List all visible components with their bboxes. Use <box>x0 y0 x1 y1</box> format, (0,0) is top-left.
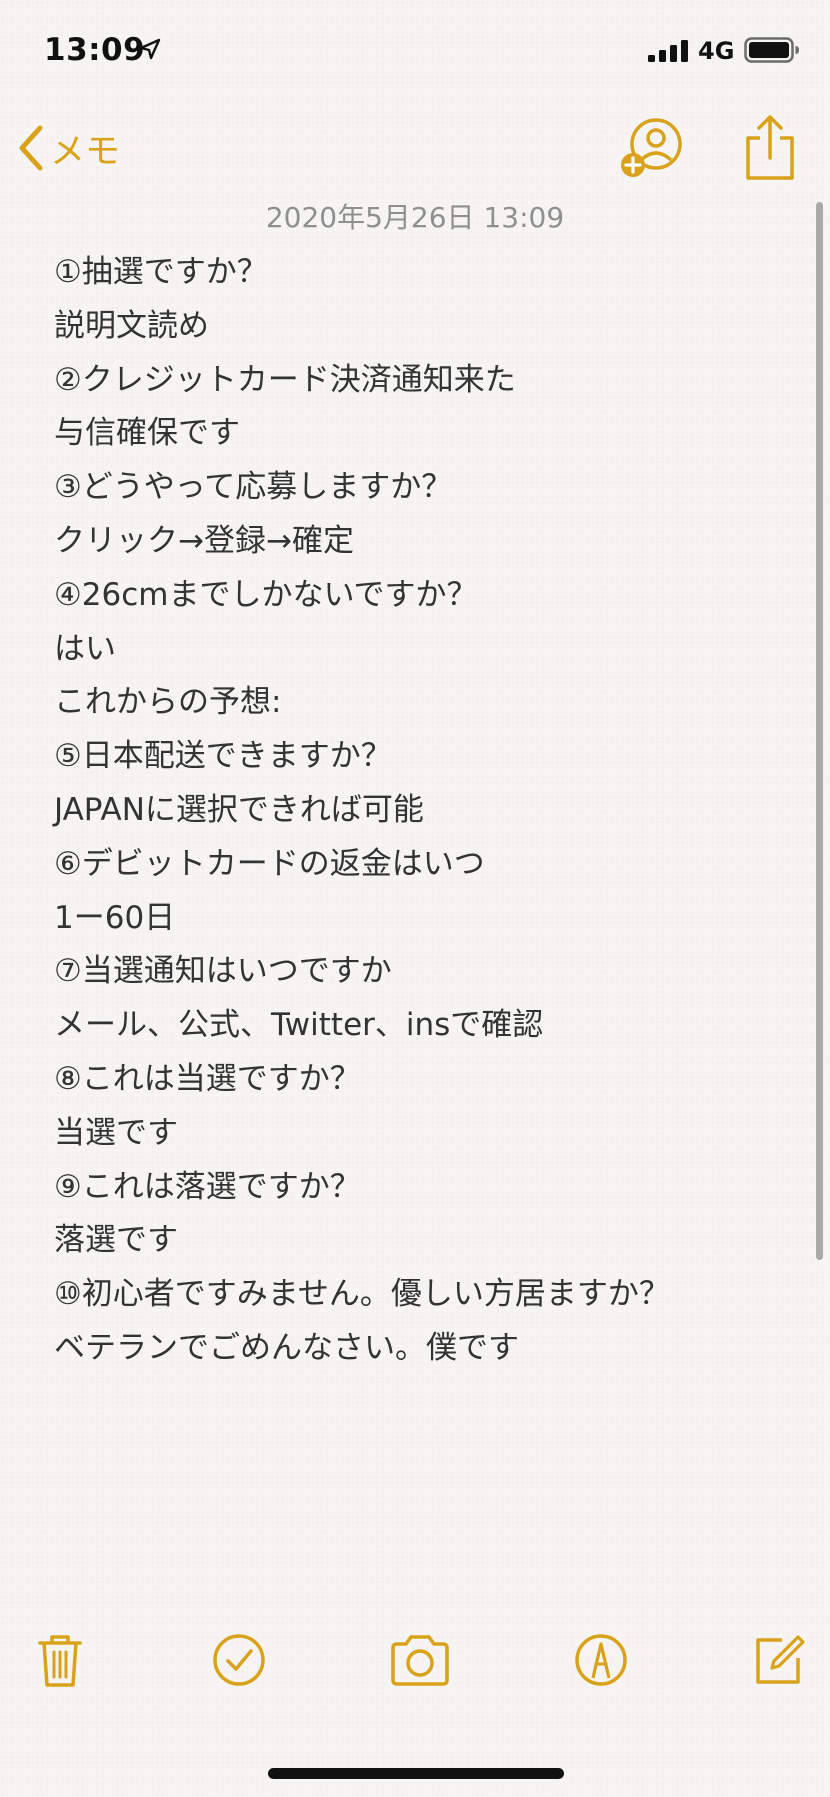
trash-icon[interactable] <box>30 1630 90 1690</box>
note-line: 与信確保です <box>54 415 240 452</box>
note-line: ⑥デビットカードの返金はいつ <box>54 845 485 882</box>
add-person-icon[interactable] <box>618 116 684 182</box>
navigation-bar: メモ <box>0 100 830 200</box>
note-line: 落選です <box>54 1222 178 1259</box>
note-line: ⑦当選通知はいつですか <box>54 953 392 990</box>
network-type: 4G <box>698 37 735 65</box>
status-bar: 13:09 4G <box>0 0 830 100</box>
status-time: 13:09 <box>44 32 146 68</box>
back-label: メモ <box>50 131 121 172</box>
note-line: ⑧これは当選ですか？ <box>54 1060 361 1097</box>
note-line: ④26cmまでしかないですか？ <box>54 576 478 613</box>
note-line: メール、公式、Twitter、insで確認 <box>54 1007 544 1044</box>
note-line: ③どうやって応募しますか？ <box>54 469 453 506</box>
note-line: 1ー60日 <box>54 899 176 936</box>
back-button[interactable]: メモ <box>16 118 120 178</box>
bottom-toolbar <box>0 1630 830 1720</box>
markup-pen-icon[interactable] <box>571 1630 631 1690</box>
battery-icon <box>744 37 799 63</box>
checklist-icon[interactable] <box>209 1630 269 1690</box>
camera-icon[interactable] <box>388 1630 452 1690</box>
note-line: ①抽選ですか？ <box>54 254 268 290</box>
note-line: 説明文読め <box>54 307 209 344</box>
note-line: はい <box>54 630 116 667</box>
note-line: JAPANに選択できれば可能 <box>54 791 424 828</box>
note-line: ⑤日本配送できますか？ <box>54 738 392 775</box>
compose-icon[interactable] <box>748 1630 808 1690</box>
chevron-left-icon <box>19 125 43 171</box>
cellular-signal-icon <box>648 40 688 62</box>
home-indicator[interactable] <box>268 1768 564 1779</box>
note-date: 2020年5月26日 13:09 <box>265 201 565 234</box>
note-line: ベテランでごめんなさい。僕です <box>54 1329 519 1366</box>
location-arrow-icon <box>139 38 161 60</box>
note-line: 当選です <box>54 1114 178 1151</box>
note-body[interactable]: ①抽選ですか？ 説明文読め ②クレジットカード決済通知来た 与信確保です ③どう… <box>54 246 804 1376</box>
note-line: ②クレジットカード決済通知来た <box>54 361 516 398</box>
note-line: ⑨これは落選ですか？ <box>54 1168 361 1205</box>
note-line: これからの予想: <box>54 684 282 721</box>
share-icon[interactable] <box>742 114 798 184</box>
note-line: ⑩初心者ですみません。優しい方居ますか？ <box>54 1276 670 1313</box>
scroll-indicator[interactable] <box>816 202 823 1260</box>
note-line: クリック→登録→確定 <box>54 522 354 559</box>
